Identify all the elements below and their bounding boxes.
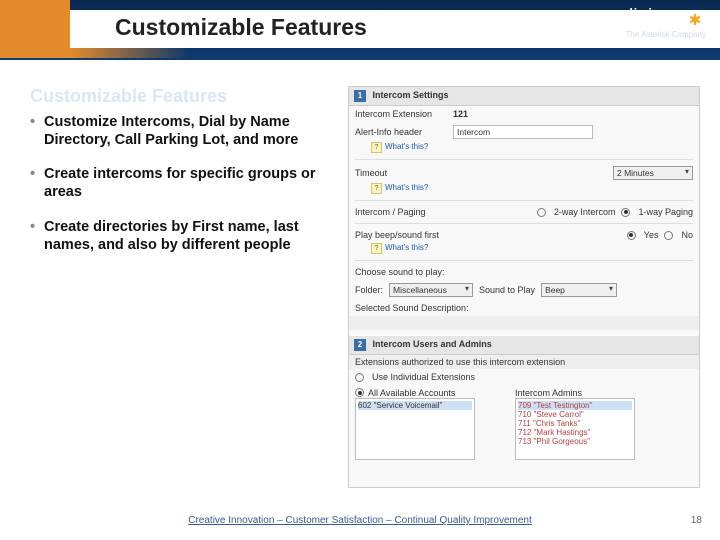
folder-select[interactable]: Miscellaneous [389, 283, 473, 297]
radio-2way[interactable] [537, 208, 546, 217]
radio-label: No [681, 230, 693, 240]
content-left: Customizable Features Customize Intercom… [30, 86, 340, 270]
row-extension: Intercom Extension 121 [349, 106, 699, 122]
page-number: 18 [691, 515, 702, 526]
section-header-2: 2 Intercom Users and Admins [349, 336, 699, 355]
row-sound: Folder: Miscellaneous Sound to Play Beep [349, 280, 699, 300]
right-listbox[interactable]: 709 "Test Testington" 710 "Steve Carrol"… [515, 398, 635, 460]
timeout-select[interactable]: 2 Minutes [613, 166, 693, 180]
section-title: Intercom Settings [373, 90, 449, 100]
separator [355, 159, 693, 160]
radio-no[interactable] [664, 231, 673, 240]
page-title: Customizable Features [115, 14, 367, 41]
row-opt1: Use Individual Extensions [349, 369, 699, 385]
subtitle-faded: Customizable Features [30, 86, 340, 107]
beep-label: Play beep/sound first [355, 230, 447, 240]
bullet-item: Create directories by First name, last n… [30, 218, 340, 254]
bullet-list: Customize Intercoms, Dial by Name Direct… [30, 113, 340, 254]
desc-box [349, 316, 699, 330]
separator [355, 200, 693, 201]
radio-yes[interactable] [627, 231, 636, 240]
footer-text: Creative Innovation – Customer Satisfact… [0, 515, 720, 526]
timeout-label: Timeout [355, 168, 447, 178]
logo-subtitle: The Asterisk Company [626, 30, 706, 39]
opt1-label: Use Individual Extensions [372, 372, 475, 382]
list-item[interactable]: 711 "Chris Tanks" [518, 419, 632, 428]
radio-label: Yes [644, 230, 659, 240]
list-item[interactable]: 710 "Steve Carrol" [518, 410, 632, 419]
list-item[interactable]: 709 "Test Testington" [518, 401, 632, 410]
separator [355, 260, 693, 261]
folder-label: Folder: [355, 285, 383, 295]
opt2-label: All Available Accounts [368, 388, 455, 398]
row-alert: Alert-Info header Intercom [349, 122, 699, 142]
row-beep: Play beep/sound first Yes No [349, 227, 699, 243]
list-item[interactable]: 712 "Mark Hastings" [518, 428, 632, 437]
row-timeout: Timeout 2 Minutes [349, 163, 699, 183]
radio-1way[interactable] [621, 208, 630, 217]
row-mode: Intercom / Paging 2-way Intercom 1-way P… [349, 204, 699, 220]
list-item[interactable]: 602 "Service Voicemail" [358, 401, 472, 410]
separator [355, 223, 693, 224]
sound-select[interactable]: Beep [541, 283, 617, 297]
logo-text: digium [623, 6, 679, 27]
orange-fade [70, 48, 190, 58]
row-lists: All Available Accounts 602 "Service Voic… [349, 385, 699, 463]
section-number: 1 [354, 90, 366, 102]
star-icon: ✱ [684, 10, 706, 32]
bullet-item: Customize Intercoms, Dial by Name Direct… [30, 113, 340, 149]
logo: digium ✱ [623, 6, 706, 32]
bullet-item: Create intercoms for specific groups or … [30, 165, 340, 201]
desc-label: Selected Sound Description: [349, 300, 699, 316]
orange-accent [0, 0, 70, 58]
left-listbox[interactable]: 602 "Service Voicemail" [355, 398, 475, 460]
section-number: 2 [354, 339, 366, 351]
radio-individual[interactable] [355, 373, 364, 382]
radio-label: 2-way Intercom [554, 207, 616, 217]
list-item[interactable]: 713 "Phil Gorgeous" [518, 437, 632, 446]
help-link[interactable]: What's this? [349, 183, 699, 197]
help-link[interactable]: What's this? [349, 243, 699, 257]
right-header: Intercom Admins [515, 388, 582, 398]
auth-label: Extensions authorized to use this interc… [349, 355, 699, 369]
settings-panel: 1 Intercom Settings Intercom Extension 1… [348, 86, 700, 488]
mode-label: Intercom / Paging [355, 207, 447, 217]
sound-label: Sound to Play [479, 285, 535, 295]
radio-all[interactable] [355, 388, 364, 397]
choose-sound-label: Choose sound to play: [349, 264, 699, 280]
alert-input[interactable]: Intercom [453, 125, 593, 139]
help-link[interactable]: What's this? [349, 142, 699, 156]
ext-label: Intercom Extension [355, 109, 447, 119]
section-header-1: 1 Intercom Settings [349, 87, 699, 106]
ext-value: 121 [453, 109, 468, 119]
radio-label: 1-way Paging [638, 207, 693, 217]
section-title: Intercom Users and Admins [373, 339, 492, 349]
alert-label: Alert-Info header [355, 127, 447, 137]
